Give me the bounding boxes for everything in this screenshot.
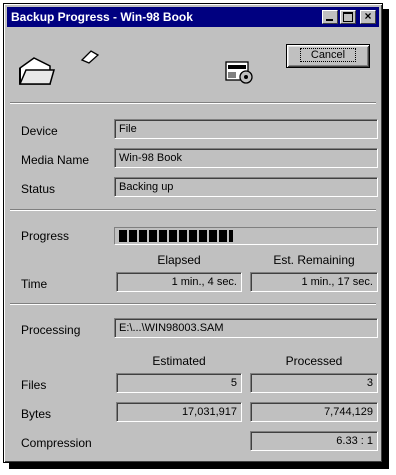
- media-name-label: Media Name: [21, 153, 90, 167]
- files-label: Files: [21, 378, 47, 392]
- close-icon: ×: [364, 9, 372, 23]
- separator-bottom: [10, 303, 376, 305]
- progress-bar-fill: [119, 230, 234, 242]
- separator-top: [10, 102, 376, 104]
- remaining-time-field: 1 min., 17 sec.: [250, 272, 378, 292]
- title-bar[interactable]: Backup Progress - Win-98 Book ×: [7, 7, 379, 27]
- processed-header: Processed: [285, 354, 343, 368]
- cancel-button-label: Cancel: [299, 48, 357, 62]
- bytes-processed-field: 7,744,129: [250, 402, 378, 422]
- window-title: Backup Progress - Win-98 Book: [11, 10, 193, 24]
- files-processed-field: 3: [250, 373, 378, 393]
- files-estimated-field: 5: [116, 373, 242, 393]
- separator-middle: [10, 209, 376, 211]
- processing-field: E:\...\WIN98003.SAM: [114, 318, 378, 338]
- progress-label: Progress: [21, 229, 70, 243]
- bytes-label: Bytes: [21, 407, 52, 421]
- backup-file-icon: [225, 61, 253, 84]
- elapsed-header: Elapsed: [157, 253, 201, 267]
- flying-paper-icon: [80, 50, 100, 64]
- backup-progress-dialog: Backup Progress - Win-98 Book × Cancel D…: [3, 3, 383, 463]
- estimated-header: Estimated: [152, 354, 206, 368]
- status-label: Status: [21, 182, 56, 196]
- device-label: Device: [21, 124, 58, 138]
- status-field: Backing up: [114, 177, 378, 197]
- cancel-button[interactable]: Cancel: [286, 44, 370, 68]
- processing-label: Processing: [21, 323, 81, 337]
- maximize-button[interactable]: [340, 10, 356, 24]
- time-label: Time: [21, 277, 48, 291]
- minimize-button[interactable]: [322, 10, 338, 24]
- close-button[interactable]: ×: [360, 9, 376, 24]
- media-name-field: Win-98 Book: [114, 148, 378, 168]
- device-field: File: [114, 119, 378, 139]
- maximize-icon: [343, 12, 353, 22]
- compression-ratio-field: 6.33 : 1: [250, 431, 378, 451]
- minimize-icon: [326, 19, 333, 21]
- progress-bar: [114, 227, 378, 245]
- est-remaining-header: Est. Remaining: [273, 253, 355, 267]
- folder-icon: [18, 57, 55, 85]
- elapsed-time-field: 1 min., 4 sec.: [116, 272, 242, 292]
- compression-label: Compression: [21, 436, 92, 450]
- bytes-estimated-field: 17,031,917: [116, 402, 242, 422]
